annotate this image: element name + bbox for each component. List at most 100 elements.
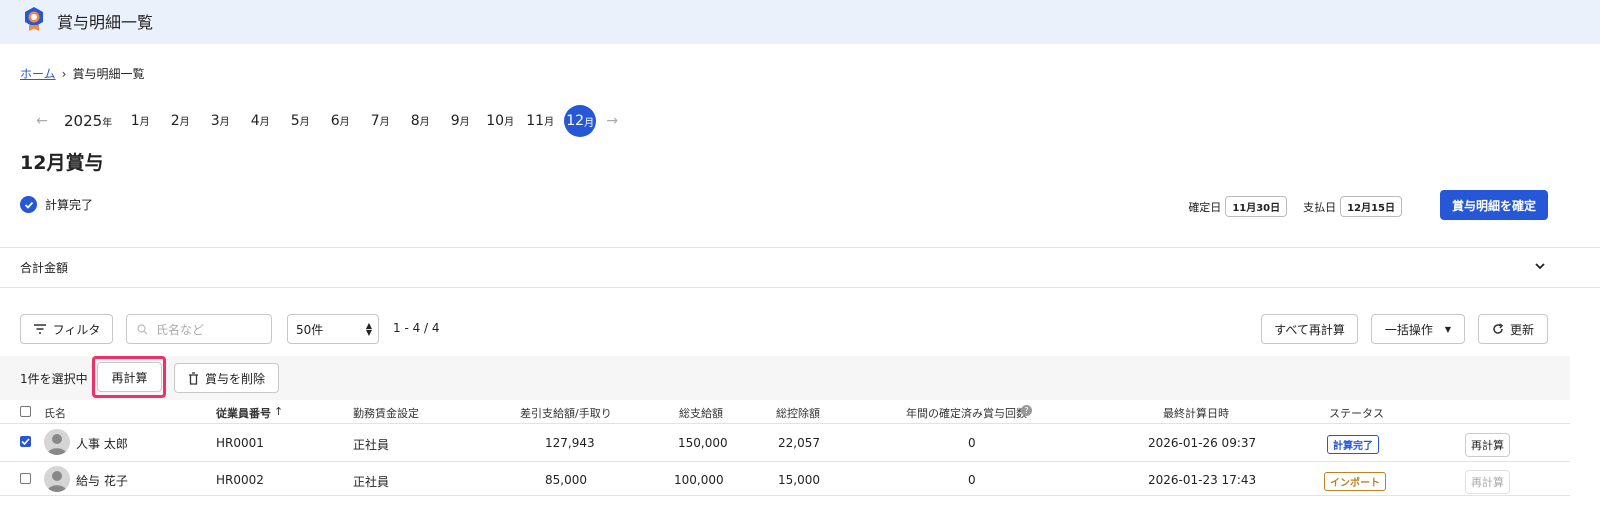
- year-label[interactable]: 2025年: [64, 112, 112, 130]
- selected-count: 1件を選択中: [20, 372, 88, 386]
- select-all-checkbox[interactable]: [20, 406, 31, 417]
- th-net-pay[interactable]: 差引支給額/手取り: [520, 405, 612, 421]
- row-name[interactable]: 人事 太郎: [76, 435, 128, 452]
- th-emp-no[interactable]: 従業員番号: [216, 405, 271, 421]
- row-checkbox[interactable]: [20, 473, 31, 484]
- calc-status: 計算完了: [20, 196, 93, 213]
- calc-status-label: 計算完了: [45, 198, 94, 212]
- caret-down-icon: ▼: [1444, 324, 1452, 334]
- medal-icon: [25, 7, 43, 31]
- per-page-value: 50件: [296, 322, 324, 337]
- row-gross-pay: 150,000: [678, 436, 728, 450]
- confirm-date-value: 11月30日: [1225, 196, 1288, 217]
- th-gross-pay[interactable]: 総支給額: [679, 405, 723, 421]
- row-net-pay: 85,000: [545, 473, 587, 487]
- arrow-right-icon[interactable]: →: [600, 113, 624, 129]
- month-3[interactable]: 3月: [200, 113, 240, 129]
- row-divider: [0, 495, 1570, 496]
- row-gross-pay: 100,000: [674, 473, 724, 487]
- status-badge: 計算完了: [1327, 435, 1379, 454]
- filter-label: フィルタ: [52, 322, 101, 337]
- row-annual-count: 0: [968, 436, 976, 450]
- row-deduction: 22,057: [778, 436, 820, 450]
- status-badge: インポート: [1324, 472, 1386, 491]
- person-icon: [47, 434, 67, 455]
- page-title: 12月賞与: [20, 152, 104, 174]
- th-wage-setting[interactable]: 勤務賃金設定: [353, 405, 419, 421]
- filter-button[interactable]: フィルタ: [20, 314, 113, 344]
- pay-date-value: 12月15日: [1340, 196, 1402, 217]
- bulk-action-button[interactable]: 一括操作 ▼: [1371, 314, 1465, 344]
- month-10[interactable]: 10月: [480, 113, 520, 129]
- row-last-calc: 2026-01-26 09:37: [1148, 436, 1257, 450]
- th-status[interactable]: ステータス: [1329, 405, 1384, 421]
- trash-icon: [188, 371, 198, 385]
- confirm-date-label: 確定日: [1188, 200, 1222, 214]
- select-arrows-icon: ▲ ▼: [365, 321, 372, 337]
- per-page-select[interactable]: 50件 ▲ ▼: [287, 314, 379, 344]
- row-deduction: 15,000: [778, 473, 820, 487]
- th-annual-count[interactable]: 年間の確定済み賞与回数: [906, 405, 1027, 421]
- help-icon[interactable]: ?: [1021, 405, 1032, 416]
- person-icon: [47, 471, 67, 492]
- row-recalc-button-disabled[interactable]: 再計算: [1465, 470, 1510, 494]
- recalc-all-button[interactable]: すべて再計算: [1261, 314, 1358, 344]
- divider: [0, 247, 1600, 248]
- row-divider: [0, 461, 1570, 462]
- breadcrumb: ホーム › 賞与明細一覧: [20, 65, 144, 82]
- row-name[interactable]: 給与 花子: [76, 472, 128, 489]
- breadcrumb-home-link[interactable]: ホーム: [20, 65, 56, 82]
- month-navigation: ← 2025年 1月 2月 3月 4月 5月 6月 7月 8月 9月 10月 1…: [30, 104, 624, 138]
- month-9[interactable]: 9月: [440, 113, 480, 129]
- pay-date-label: 支払日: [1303, 200, 1337, 214]
- month-4[interactable]: 4月: [240, 113, 280, 129]
- row-last-calc: 2026-01-23 17:43: [1148, 473, 1257, 487]
- bulk-action-label: 一括操作: [1384, 322, 1433, 337]
- confirm-bonus-button[interactable]: 賞与明細を確定: [1440, 190, 1548, 220]
- month-2[interactable]: 2月: [160, 113, 200, 129]
- th-last-calc[interactable]: 最終計算日時: [1163, 405, 1229, 421]
- month-11[interactable]: 11月: [520, 113, 560, 129]
- refresh-icon: [1493, 323, 1504, 334]
- search-input[interactable]: 氏名など: [126, 314, 272, 344]
- date-info: 確定日 11月30日 支払日 12月15日: [1188, 196, 1414, 217]
- row-wage-setting: 正社員: [353, 438, 390, 452]
- chevron-down-icon[interactable]: [1534, 260, 1546, 272]
- chevron-right-icon: ›: [61, 66, 67, 81]
- th-deduction[interactable]: 総控除額: [776, 405, 820, 421]
- month-1[interactable]: 1月: [120, 113, 160, 129]
- arrow-left-icon[interactable]: ←: [30, 113, 54, 129]
- check-circle-icon: [20, 196, 37, 213]
- month-5[interactable]: 5月: [280, 113, 320, 129]
- delete-bonus-label: 賞与を削除: [204, 371, 265, 386]
- checkmark-icon: [21, 438, 30, 446]
- row-recalc-button[interactable]: 再計算: [1465, 433, 1510, 457]
- month-6[interactable]: 6月: [320, 113, 360, 129]
- month-8[interactable]: 8月: [400, 113, 440, 129]
- search-icon: [137, 323, 148, 334]
- row-emp-no: HR0001: [216, 436, 264, 450]
- recalc-selected-label: 再計算: [111, 370, 148, 385]
- app-header: 賞与明細一覧: [0, 0, 1600, 44]
- row-net-pay: 127,943: [545, 436, 595, 450]
- refresh-button[interactable]: 更新: [1478, 314, 1548, 344]
- divider: [0, 287, 1600, 288]
- total-amount-label[interactable]: 合計金額: [20, 259, 68, 276]
- row-annual-count: 0: [968, 473, 976, 487]
- sort-asc-icon[interactable]: ↑: [274, 405, 283, 418]
- month-12-active[interactable]: 12 月: [564, 105, 597, 137]
- result-count: 1 - 4 / 4: [393, 321, 440, 335]
- row-checkbox-checked[interactable]: [20, 436, 31, 447]
- refresh-label: 更新: [1509, 322, 1534, 337]
- delete-bonus-button[interactable]: 賞与を削除: [174, 363, 279, 393]
- filter-icon: [33, 324, 46, 334]
- avatar: [44, 466, 70, 492]
- app-title: 賞与明細一覧: [57, 13, 154, 32]
- search-placeholder: 氏名など: [156, 322, 205, 337]
- row-emp-no: HR0002: [216, 473, 264, 487]
- avatar: [44, 429, 70, 455]
- month-7[interactable]: 7月: [360, 113, 400, 129]
- th-name[interactable]: 氏名: [44, 405, 66, 421]
- recalc-selected-button[interactable]: 再計算: [97, 362, 162, 392]
- row-wage-setting: 正社員: [353, 475, 390, 489]
